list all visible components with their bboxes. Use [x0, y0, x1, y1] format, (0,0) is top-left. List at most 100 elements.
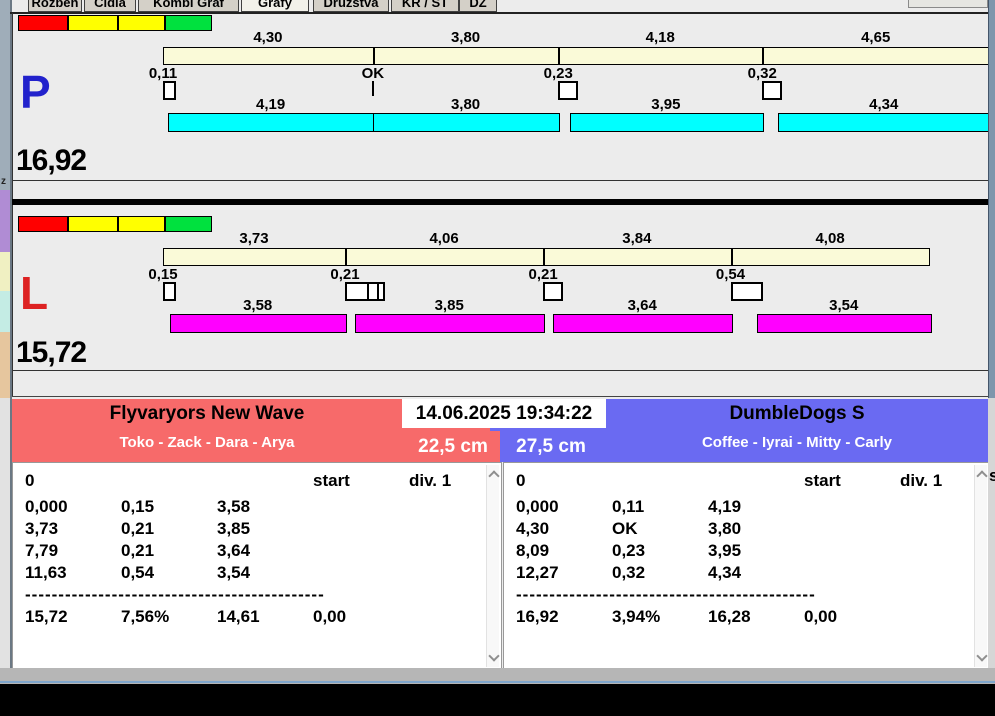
team-left-name: Flyvaryors New Wave — [109, 403, 305, 424]
table-header-zero: 0 — [25, 471, 35, 490]
run-label: 3,58 — [243, 297, 273, 314]
split-divider — [762, 48, 765, 64]
table-cell-r2c1: 0,21 — [121, 541, 155, 560]
table-cell-r2c2: 3,95 — [708, 541, 742, 560]
status-light-block-1 — [68, 216, 118, 232]
top-right-tab-remnant[interactable] — [908, 0, 988, 8]
tab-kombi-graf[interactable]: Kombi Graf — [138, 0, 239, 12]
split-label: 3,73 — [239, 230, 269, 247]
split-label: 4,30 — [253, 29, 283, 46]
jump-height-left: 22,5 cm — [402, 431, 504, 462]
background-window-band-3 — [0, 291, 10, 332]
split-label: 3,84 — [622, 230, 652, 247]
table-cell-r0c2: 3,58 — [217, 497, 251, 516]
table-cell-r0c0: 0,000 — [516, 497, 559, 516]
tab-dru-stva[interactable]: Družstva — [313, 0, 389, 12]
table-header-start: start — [804, 471, 841, 490]
results-table-right-team: 0 start div. 1 0,000 0,11 4,19 4,30 OK 3,80 8,09 0… — [503, 462, 990, 670]
scroll-down-icon[interactable] — [488, 650, 500, 662]
crossover-label: 0,11 — [148, 65, 178, 82]
split-time-bar — [163, 248, 930, 266]
split-divider — [543, 249, 546, 265]
run-label: 4,34 — [869, 96, 899, 113]
crossover-label: OK — [361, 65, 385, 82]
right-edge-scrollbar-strip[interactable] — [988, 0, 995, 398]
split-label: 4,18 — [645, 29, 675, 46]
table-cell-r1c1: OK — [612, 519, 638, 538]
table-cell-r1c1: 0,21 — [121, 519, 155, 538]
tab-dz[interactable]: DZ — [459, 0, 497, 12]
right-edge-letter: s — [989, 466, 995, 485]
team-left-dogs: Toko - Zack - Dara - Arya — [119, 434, 295, 451]
run-label: 3,64 — [627, 297, 657, 314]
table-cell-r1c0: 4,30 — [516, 519, 550, 538]
panel-l-underline — [12, 370, 988, 371]
table-cell-r0c2: 4,19 — [708, 497, 742, 516]
table-total-c3: 0,00 — [313, 607, 347, 626]
status-light-block-0 — [18, 15, 68, 31]
lane-panel-right-p: P 16,92 4,30 3,80 4,18 4,65 0,11 OK 0,23 0,32 4,… — [12, 13, 992, 197]
table-total-c1: 3,94% — [612, 607, 661, 626]
flyball-timing-window: { "window": { "tabs": [ {"label": "Rozbě… — [0, 0, 995, 716]
table-cell-r2c1: 0,23 — [612, 541, 646, 560]
lane-total-time-l: 15,72 — [16, 336, 87, 369]
dog-run-bar — [355, 314, 546, 333]
run-label: 3,85 — [434, 297, 464, 314]
scroll-up-icon[interactable] — [976, 470, 988, 482]
status-light-block-2 — [118, 216, 165, 232]
table-header-zero: 0 — [516, 471, 526, 490]
background-window-band-4 — [0, 332, 10, 398]
table-cell-r0c0: 0,000 — [25, 497, 68, 516]
split-label: 4,06 — [429, 230, 459, 247]
crossover-label: 0,21 — [330, 266, 360, 283]
tab-kr-st[interactable]: KR / ST — [391, 0, 459, 12]
lane-panel-left-l: L 15,72 3,73 4,06 3,84 4,08 0,15 0,21 0,21 0,54… — [12, 214, 990, 396]
run-label: 3,54 — [829, 297, 859, 314]
table-separator: ----------------------------------------… — [25, 585, 325, 604]
status-light-block-1 — [68, 15, 118, 31]
lane-letter-p: P — [20, 66, 51, 118]
table-cell-r1c2: 3,80 — [708, 519, 742, 538]
crossover-label: 0,54 — [715, 266, 746, 283]
dog-run-bar — [569, 113, 765, 132]
tab-grafy[interactable]: Grafy — [241, 0, 309, 12]
table-cell-r3c0: 11,63 — [25, 563, 67, 582]
dog-run-bar — [168, 113, 375, 132]
panel-divider — [12, 199, 988, 205]
crossover-label: 0,23 — [543, 65, 573, 82]
table-cell-r2c0: 8,09 — [516, 541, 550, 560]
table-cell-r3c0: 12,27 — [516, 563, 559, 582]
team-right-name: DumbleDogs S — [729, 403, 865, 424]
split-label: 4,08 — [815, 230, 845, 247]
dog-run-bar — [777, 113, 992, 132]
right-edge-clipped-column: s — [988, 398, 995, 668]
team-right-dogs: Coffee - Iyrai - Mitty - Carly — [701, 434, 893, 451]
background-window-band-5 — [0, 398, 10, 668]
tab--idla[interactable]: Čidla — [84, 0, 136, 12]
split-time-bar — [163, 47, 990, 65]
dog-run-bar — [372, 113, 561, 132]
table-cell-r1c0: 3,73 — [25, 519, 59, 538]
table-header-div: div. 1 — [900, 471, 943, 490]
crossover-ok-tick — [371, 81, 374, 96]
table-total-c0: 16,92 — [516, 607, 559, 626]
panel-p-underline — [12, 180, 988, 181]
status-light-block-2 — [118, 15, 165, 31]
split-divider — [558, 48, 561, 64]
table-total-c1: 7,56% — [121, 607, 170, 626]
tab-rozb-h[interactable]: Rozběh — [28, 0, 82, 12]
split-divider — [730, 249, 733, 265]
run-label: 4,19 — [255, 96, 286, 113]
split-divider — [345, 249, 348, 265]
split-divider — [372, 48, 375, 64]
scroll-down-icon[interactable] — [976, 650, 988, 662]
screen-bottom-black-area — [0, 684, 995, 716]
window-bottom-accent-line — [0, 681, 995, 683]
table-right-scrollbar[interactable] — [974, 465, 988, 667]
dog-run-bar — [757, 314, 933, 333]
table-cell-r2c0: 7,79 — [25, 541, 59, 560]
table-cell-r3c1: 0,32 — [612, 563, 646, 582]
table-left-scrollbar[interactable] — [486, 465, 500, 667]
scroll-up-icon[interactable] — [488, 470, 500, 482]
table-separator: ----------------------------------------… — [516, 585, 816, 604]
